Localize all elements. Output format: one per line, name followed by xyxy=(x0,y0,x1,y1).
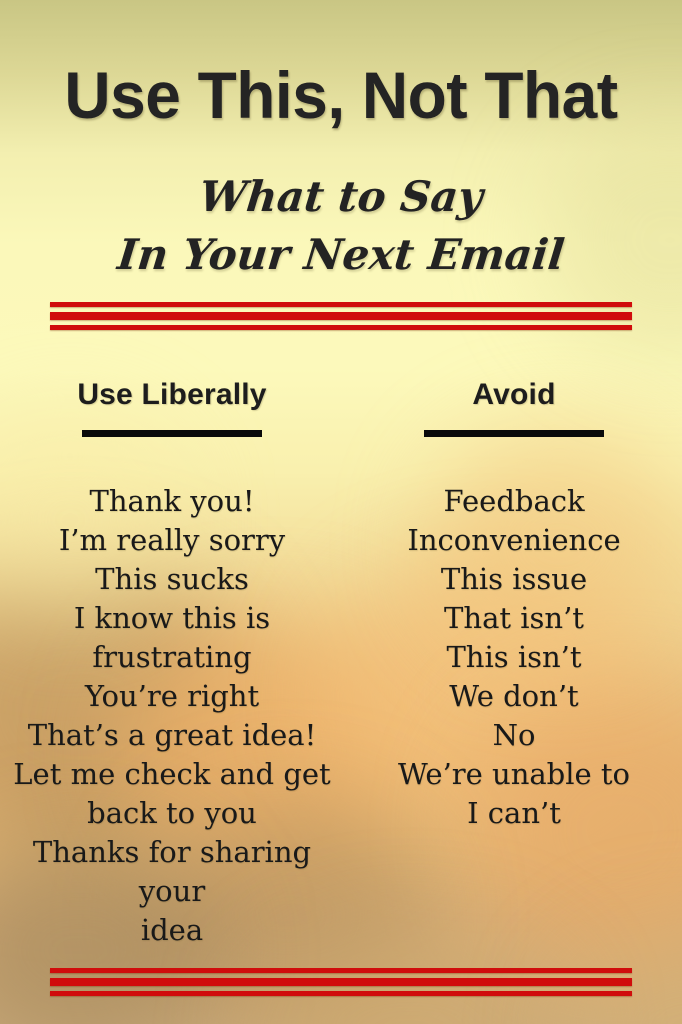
poster-subtitle: What to Say In Your Next Email xyxy=(0,168,682,284)
column-use-liberally: Use Liberally Thank you! I’m really sorr… xyxy=(0,378,340,950)
list-item: That’s a great idea! xyxy=(27,718,317,752)
subtitle-line-2: In Your Next Email xyxy=(115,230,567,279)
divider-top xyxy=(50,302,632,330)
list-item: I can’t xyxy=(467,796,561,830)
list-item: That isn’t xyxy=(444,601,584,635)
list-item: Thanks for sharing your idea xyxy=(32,835,312,947)
column-heading-underline xyxy=(424,430,604,437)
list-item: Thank you! xyxy=(89,484,255,518)
column-heading-underline xyxy=(82,430,262,437)
list-item: You’re right xyxy=(84,679,260,713)
list-item: Feedback xyxy=(443,484,585,518)
column-heading: Use Liberally xyxy=(77,378,267,411)
list-item: I know this is frustrating xyxy=(73,601,280,674)
divider-bottom xyxy=(50,968,632,996)
list-item: Inconvenience xyxy=(407,523,621,557)
list-item: This issue xyxy=(440,562,588,596)
list-item: I’m really sorry xyxy=(58,523,286,557)
list-item: No xyxy=(492,718,536,752)
poster-canvas: Use This, Not That What to Say In Your N… xyxy=(0,0,682,1024)
list-item: This sucks xyxy=(95,562,249,596)
column-avoid: Avoid Feedback Inconvenience This issue … xyxy=(340,378,682,950)
list-item: We don’t xyxy=(449,679,579,713)
column-list: Feedback Inconvenience This issue That i… xyxy=(346,482,682,833)
comparison-columns: Use Liberally Thank you! I’m really sorr… xyxy=(0,378,682,950)
list-item: We’re unable to xyxy=(397,757,631,791)
list-item: This isn’t xyxy=(446,640,582,674)
subtitle-line-1: What to Say xyxy=(197,172,486,221)
column-list: Thank you! I’m really sorry This sucks I… xyxy=(4,482,340,950)
poster-title: Use This, Not That xyxy=(64,58,618,132)
column-heading: Avoid xyxy=(472,378,556,411)
list-item: Let me check and get back to you xyxy=(13,757,331,830)
